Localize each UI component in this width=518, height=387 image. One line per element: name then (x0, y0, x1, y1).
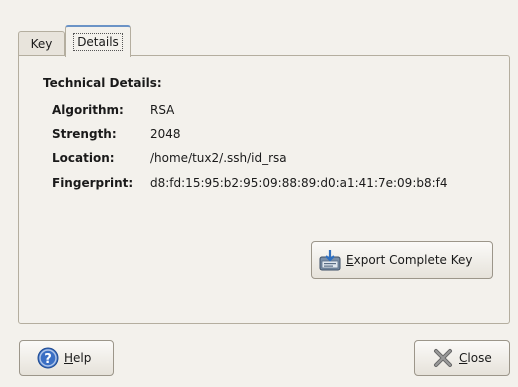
svg-text:?: ? (44, 352, 52, 367)
detail-label: Location: (52, 151, 115, 165)
help-button-label: Help (64, 351, 92, 365)
export-complete-key-button[interactable]: Export Complete Key (311, 241, 493, 279)
detail-row-location: Location: /home/tux2/.ssh/id_rsa (52, 150, 287, 166)
detail-row-fingerprint: Fingerprint: d8:fd:15:95:b2:95:09:88:89:… (52, 175, 448, 191)
close-x-icon (431, 346, 455, 370)
key-properties-dialog: Key Details Technical Details: Algorithm… (0, 0, 518, 387)
detail-value: RSA (150, 103, 175, 117)
help-icon: ? (36, 346, 60, 370)
tab-key[interactable]: Key (18, 31, 65, 56)
export-button-label: Export Complete Key (346, 253, 473, 267)
detail-value: 2048 (150, 127, 181, 141)
detail-label: Algorithm: (52, 103, 124, 117)
detail-label: Strength: (52, 127, 117, 141)
detail-row-algorithm: Algorithm: RSA (52, 102, 174, 118)
details-panel: Technical Details: Algorithm: RSA Streng… (18, 55, 510, 324)
tab-key-label: Key (30, 37, 53, 51)
detail-row-strength: Strength: 2048 (52, 126, 181, 142)
tab-details[interactable]: Details (65, 25, 131, 57)
tab-details-label: Details (73, 33, 123, 51)
detail-value: d8:fd:15:95:b2:95:09:88:89:d0:a1:41:7e:0… (150, 176, 448, 190)
help-button[interactable]: ? Help (19, 340, 114, 376)
detail-label: Fingerprint: (52, 176, 134, 190)
detail-value: /home/tux2/.ssh/id_rsa (150, 151, 287, 165)
section-title: Technical Details: (43, 76, 162, 90)
export-key-icon (318, 248, 342, 272)
close-button[interactable]: Close (414, 340, 510, 376)
close-button-label: Close (459, 351, 492, 365)
